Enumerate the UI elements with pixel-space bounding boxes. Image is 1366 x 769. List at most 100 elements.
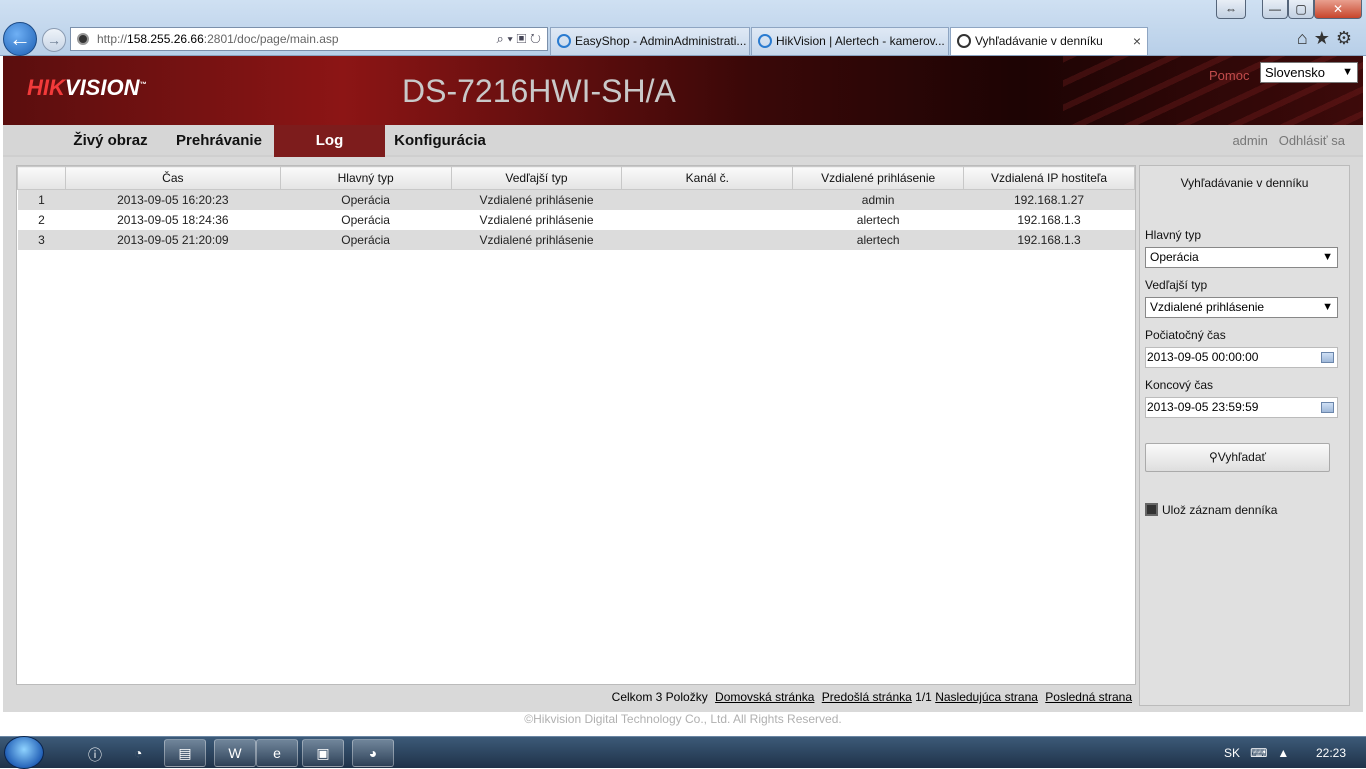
chevron-down-icon: ▼ — [1342, 66, 1353, 78]
cell-index: 3 — [17, 229, 66, 250]
maximize-button[interactable]: ▢ — [1288, 0, 1314, 19]
end-time-value: 2013-09-05 23:59:59 — [1147, 400, 1259, 414]
column-header-remote-ip[interactable]: Vzdialená IP hostiteľa — [963, 166, 1135, 190]
start-button[interactable] — [4, 736, 44, 769]
sub-type-value: Vzdialené prihlásenie — [1150, 300, 1265, 314]
search-button-label: Vyhľadať — [1217, 450, 1267, 464]
taskbar-remote-desktop[interactable]: ▣ — [302, 739, 344, 767]
user-area: admin Odhlásiť sa — [1232, 125, 1345, 157]
help-link[interactable]: Pomoc — [1209, 68, 1249, 83]
column-header-channel[interactable]: Kanál č. — [621, 166, 794, 190]
menu-playback[interactable]: Prehrávanie — [167, 125, 271, 157]
language-select[interactable]: Slovensko ▼ — [1260, 62, 1358, 83]
start-time-label: Počiatočný čas — [1145, 328, 1226, 342]
end-time-input[interactable]: 2013-09-05 23:59:59 — [1145, 397, 1338, 418]
paint-icon: ◕ — [368, 745, 378, 761]
tab-log-search[interactable]: Vyhľadávanie v denníku × — [950, 27, 1148, 55]
start-time-input[interactable]: 2013-09-05 00:00:00 — [1145, 347, 1338, 368]
main-menu: Živý obraz Prehrávanie Log Konfigurácia … — [3, 125, 1363, 157]
table-header-row: Čas Hlavný typ Vedľajší typ Kanál č. Vzd… — [17, 166, 1135, 190]
cell-channel — [621, 229, 793, 250]
taskbar-internet-explorer[interactable]: e — [256, 739, 298, 767]
last-page-link[interactable]: Posledná strana — [1045, 690, 1132, 704]
keyboard-icon[interactable]: ⌨ — [1250, 746, 1267, 760]
sub-type-label: Vedľajší typ — [1145, 278, 1208, 292]
cell-remote-user: alertech — [792, 229, 964, 250]
column-header-sub-type[interactable]: Vedľajší typ — [450, 166, 623, 190]
clock[interactable]: 22:23 — [1316, 746, 1346, 760]
restore-tabs-button[interactable]: ⇔ — [1216, 0, 1246, 19]
save-log-link[interactable]: Ulož záznam denníka — [1145, 503, 1277, 517]
tab-hikvision-alertech[interactable]: HikVision | Alertech - kamerov... — [751, 27, 949, 55]
arrow-right-icon: → — [47, 32, 61, 48]
table-row[interactable]: 1 2013-09-05 16:20:23 Operácia Vzdialené… — [17, 189, 1135, 210]
pagination: Celkom 3 Položky Domovská stránka Predoš… — [16, 685, 1136, 709]
total-count: Celkom 3 Položky — [611, 690, 708, 704]
menu-configuration[interactable]: Konfigurácia — [388, 125, 492, 157]
refresh-icon[interactable]: ↻ — [530, 31, 541, 46]
forward-button[interactable]: → — [42, 28, 66, 52]
table-row[interactable]: 2 2013-09-05 18:24:36 Operácia Vzdialené… — [18, 210, 1135, 230]
language-indicator[interactable]: SK — [1224, 746, 1240, 760]
browser-toolbar-icons: ⌂★⚙ — [1297, 28, 1358, 49]
tab-easyshop[interactable]: EasyShop - AdminAdministrati... — [550, 27, 750, 55]
cell-main-type: Operácia — [280, 189, 452, 210]
copyright-footer: ©Hikvision Digital Technology Co., Ltd. … — [3, 712, 1363, 736]
logo-vision: VISION — [64, 75, 140, 100]
column-header-time[interactable]: Čas — [64, 166, 281, 190]
gear-icon[interactable]: ⚙ — [1336, 28, 1358, 48]
cell-remote-user: alertech — [856, 212, 900, 227]
cell-sub-type: Vzdialené prihlásenie — [479, 212, 594, 227]
end-time-label: Koncový čas — [1145, 378, 1214, 392]
cell-time: 2013-09-05 18:24:36 — [117, 212, 229, 227]
chevron-down-icon: ▼ — [1322, 251, 1333, 263]
ie-tab-icon — [758, 34, 772, 48]
taskbar-paint[interactable]: ◕ — [352, 739, 394, 767]
search-button[interactable]: ⚲Vyhľadať — [1145, 443, 1330, 472]
windows-taskbar: ⓘ ◔ ▤ W e ▣ ◕ SK ⌨ ▲ 22:23 — [0, 736, 1366, 769]
main-type-select[interactable]: Operácia ▼ — [1145, 247, 1338, 268]
info-icon[interactable]: ⓘ — [88, 745, 102, 765]
back-button[interactable]: ← — [3, 22, 37, 56]
home-icon[interactable]: ⌂ — [1297, 28, 1314, 48]
monitor-icon: ▣ — [316, 745, 330, 761]
close-tab-icon[interactable]: × — [1133, 28, 1141, 54]
hikvision-logo: HIKVISION™ — [27, 75, 147, 100]
calendar-icon[interactable] — [1321, 352, 1334, 363]
cell-remote-ip: 192.168.1.3 — [1017, 212, 1081, 227]
folder-icon: ▤ — [178, 745, 192, 761]
clock-app-icon[interactable]: ◔ — [134, 745, 142, 761]
minimize-button[interactable]: — — [1262, 0, 1288, 19]
main-type-label: Hlavný typ — [1145, 228, 1202, 242]
prev-page-link[interactable]: Predošlá stránka — [822, 690, 912, 704]
language-value: Slovensko — [1265, 65, 1325, 80]
calendar-icon[interactable] — [1321, 402, 1334, 413]
compat-icon[interactable]: ▣ — [517, 31, 527, 46]
tray-expand-icon[interactable]: ▲ — [1277, 746, 1289, 760]
logout-link[interactable]: Odhlásiť sa — [1279, 133, 1345, 148]
taskbar-explorer[interactable]: ▤ — [164, 739, 206, 767]
menu-live-view[interactable]: Živý obraz — [63, 125, 158, 157]
site-icon — [77, 33, 89, 45]
next-page-link[interactable]: Nasledujúca strana — [935, 690, 1038, 704]
table-row[interactable]: 3 2013-09-05 21:20:09 Operácia Vzdialené… — [17, 229, 1135, 250]
save-log-label: Ulož záznam denníka — [1162, 503, 1278, 517]
cell-time: 2013-09-05 21:20:09 — [65, 229, 281, 250]
sub-type-select[interactable]: Vzdialené prihlásenie ▼ — [1145, 297, 1338, 318]
first-page-link[interactable]: Domovská stránka — [715, 690, 814, 704]
start-time-value: 2013-09-05 00:00:00 — [1147, 350, 1259, 364]
close-window-button[interactable]: ✕ — [1314, 0, 1362, 19]
address-bar[interactable]: http://158.255.26.66:2801/doc/page/main.… — [70, 27, 548, 51]
menu-log[interactable]: Log — [274, 125, 385, 157]
device-model: DS-7216HWI-SH/A — [402, 73, 676, 109]
column-header-index[interactable] — [17, 166, 66, 190]
search-icon[interactable]: ⌕ — [497, 31, 504, 46]
column-header-main-type[interactable]: Hlavný typ — [279, 166, 452, 190]
cell-remote-ip: 192.168.1.3 — [963, 229, 1135, 250]
log-search-panel: Vyhľadávanie v denníku Hlavný typ Operác… — [1139, 165, 1350, 706]
column-header-remote-user[interactable]: Vzdialené prihlásenie — [792, 166, 965, 190]
favorites-star-icon[interactable]: ★ — [1314, 28, 1336, 48]
taskbar-word[interactable]: W — [214, 739, 256, 767]
arrow-left-icon: ← — [9, 26, 31, 51]
address-tools[interactable]: ⌕ ▾ ▣ ↻ — [497, 28, 541, 50]
